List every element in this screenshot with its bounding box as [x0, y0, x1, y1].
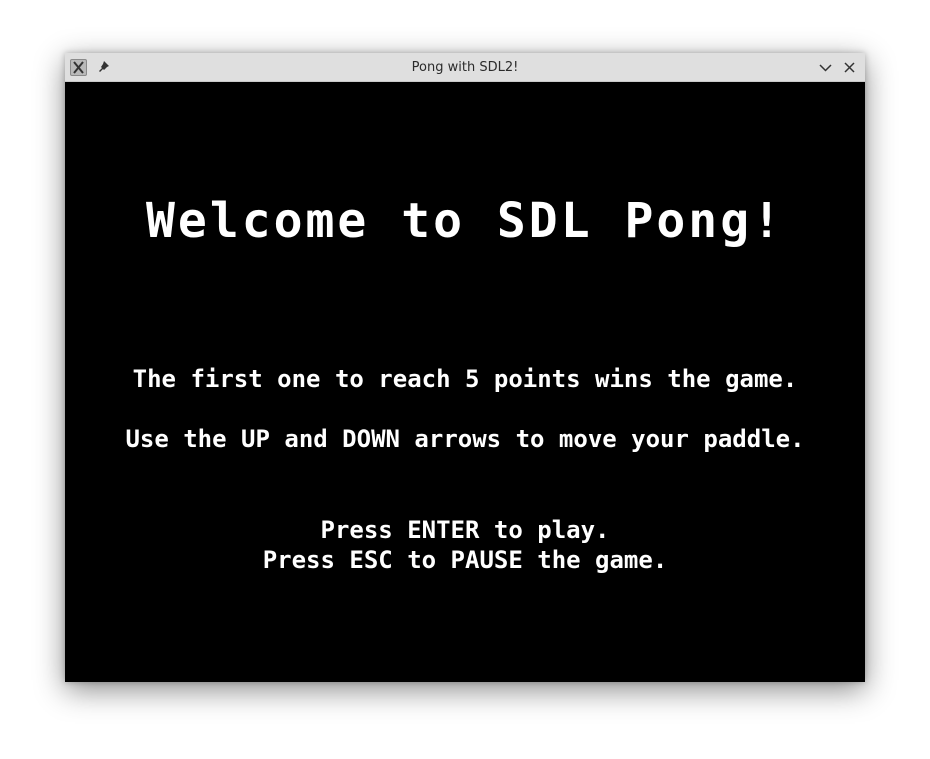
minimize-button[interactable] — [817, 59, 834, 76]
welcome-title: Welcome to SDL Pong! — [146, 193, 784, 249]
close-button[interactable] — [841, 59, 858, 76]
press-esc-text: Press ESC to PAUSE the game. — [262, 546, 668, 574]
chevron-down-icon — [819, 64, 832, 72]
close-icon — [844, 62, 855, 73]
rule-controls-text: Use the UP and DOWN arrows to move your … — [125, 425, 805, 453]
game-canvas[interactable]: Welcome to SDL Pong! The first one to re… — [65, 82, 865, 682]
press-enter-text: Press ENTER to play. — [320, 516, 610, 544]
window-title: Pong with SDL2! — [411, 60, 519, 75]
game-window: Pong with SDL2! Welcome to SDL Pong! The… — [65, 53, 865, 682]
rule-points-text: The first one to reach 5 points wins the… — [132, 365, 798, 393]
window-titlebar[interactable]: Pong with SDL2! — [65, 53, 865, 82]
